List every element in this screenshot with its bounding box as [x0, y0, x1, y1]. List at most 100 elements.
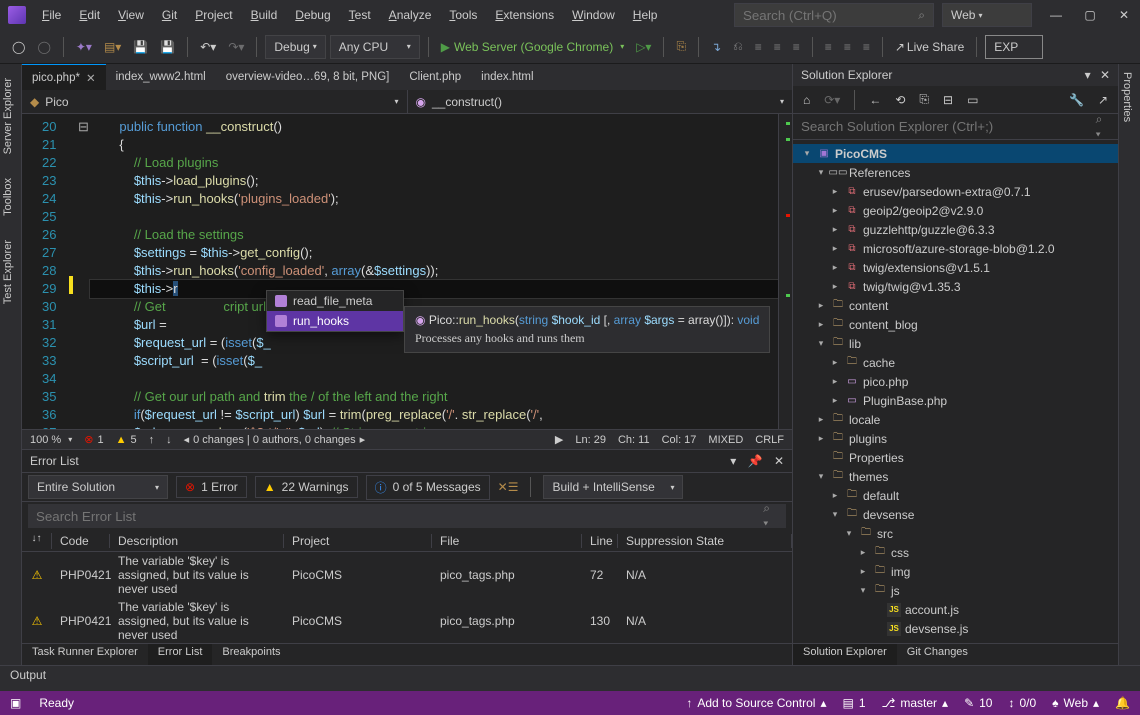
changes-info[interactable]: ◂ 0 changes | 0 authors, 0 changes ▸	[184, 433, 366, 446]
maximize-button[interactable]: ▢	[1082, 8, 1098, 22]
expander-icon[interactable]: ▸	[829, 186, 841, 197]
menu-extensions[interactable]: Extensions	[487, 4, 562, 26]
errors-filter[interactable]: ⊗1 Error	[176, 476, 247, 498]
expander-icon[interactable]: ▸	[829, 262, 841, 273]
left-tab-server-explorer[interactable]: Server Explorer	[0, 70, 21, 162]
bottom-tab[interactable]: Breakpoints	[212, 644, 290, 665]
warning-count[interactable]: ▲ 5	[116, 434, 137, 446]
bottom-tab[interactable]: Task Runner Explorer	[22, 644, 148, 665]
th-project[interactable]: Project	[284, 534, 432, 548]
tree-item[interactable]: ▸⧉microsoft/azure-storage-blob@1.2.0	[793, 239, 1118, 258]
menu-window[interactable]: Window	[564, 4, 623, 26]
profile-selector[interactable]: Web▾	[942, 3, 1032, 27]
sol-collapse[interactable]: ⊟	[939, 89, 957, 111]
left-tab-toolbox[interactable]: Toolbox	[0, 170, 21, 224]
undo-button[interactable]: ↶▾	[196, 36, 220, 58]
open-button[interactable]: ▤▾	[100, 36, 125, 58]
expander-icon[interactable]: ▾	[815, 471, 827, 482]
pending-changes[interactable]: ✎ 10	[964, 696, 992, 710]
th-file[interactable]: File	[432, 534, 582, 548]
expander-icon[interactable]: ▸	[857, 566, 869, 577]
menu-analyze[interactable]: Analyze	[381, 4, 440, 26]
expander-icon[interactable]: ▾	[843, 528, 855, 539]
tree-item[interactable]: ▸🗀content	[793, 296, 1118, 315]
messages-filter[interactable]: ⓘ0 of 5 Messages	[366, 475, 490, 500]
th-icon[interactable]: ↓↑	[22, 533, 52, 549]
menu-project[interactable]: Project	[187, 4, 240, 26]
th-code[interactable]: Code	[52, 534, 110, 548]
close-button[interactable]: ✕	[1116, 8, 1132, 22]
tree-item[interactable]: ▸🗀content_blog	[793, 315, 1118, 334]
error-row[interactable]: ⚠PHP0421The variable '$key' is assigned,…	[22, 598, 792, 643]
panel-dropdown-icon[interactable]: ▾	[730, 454, 736, 468]
tree-item[interactable]: ▾🗀lib	[793, 334, 1118, 353]
code-content[interactable]: public function __construct() { // Load …	[90, 114, 778, 429]
th-suppression[interactable]: Suppression State	[618, 534, 792, 548]
live-share-button[interactable]: ↗ Live Share	[891, 36, 968, 58]
commits-indicator[interactable]: ↕ 0/0	[1008, 696, 1036, 710]
expander-icon[interactable]: ▸	[829, 395, 841, 406]
expander-icon[interactable]: ▸	[829, 205, 841, 216]
nav-down[interactable]: ↓	[166, 434, 172, 446]
tree-item[interactable]: ▸🗀css	[793, 543, 1118, 562]
tree-item[interactable]: 🗀Properties	[793, 448, 1118, 467]
pin-icon[interactable]: 📌	[748, 454, 763, 468]
home-button[interactable]: ⌂	[799, 89, 814, 111]
expander-icon[interactable]: ▸	[815, 319, 827, 330]
error-list-search[interactable]: ⌕ ▾	[28, 504, 786, 528]
clear-filter-icon[interactable]: ✕☰	[498, 480, 519, 494]
play-small[interactable]: ▶	[555, 433, 563, 446]
sol-show-all[interactable]: ▭	[963, 89, 982, 111]
eol-indicator[interactable]: CRLF	[755, 434, 784, 446]
expander-icon[interactable]: ▾	[857, 585, 869, 596]
save-all-button[interactable]: 💾	[156, 36, 179, 58]
editor-tab[interactable]: pico.php*✕	[22, 64, 106, 90]
tree-item[interactable]: JSdevsense.js	[793, 619, 1118, 638]
expander-icon[interactable]: ▸	[857, 547, 869, 558]
expander-icon[interactable]: ▸	[829, 243, 841, 254]
scroll-map[interactable]	[778, 114, 792, 429]
tree-item[interactable]: ▸⧉erusev/parsedown-extra@0.7.1	[793, 182, 1118, 201]
expander-icon[interactable]: ▸	[815, 414, 827, 425]
expander-icon[interactable]: ▾	[815, 338, 827, 349]
sol-properties[interactable]: 🔧	[1065, 89, 1088, 111]
tree-item[interactable]: ▾▭▭References	[793, 163, 1118, 182]
new-project-button[interactable]: ✦▾	[72, 36, 96, 58]
tree-item[interactable]: ▾🗀devsense	[793, 505, 1118, 524]
menu-build[interactable]: Build	[243, 4, 286, 26]
char-indicator[interactable]: Ch: 11	[618, 434, 650, 446]
tree-item[interactable]: JSaccount.js	[793, 600, 1118, 619]
line-indicator[interactable]: Ln: 29	[575, 434, 606, 446]
global-search[interactable]: ⌕	[734, 3, 934, 27]
col-indicator[interactable]: Col: 17	[662, 434, 697, 446]
output-panel-header[interactable]: Output	[0, 665, 1140, 691]
solution-search[interactable]: ⌕ ▾	[793, 114, 1118, 140]
tree-item[interactable]: ▸🗀img	[793, 562, 1118, 581]
expander-icon[interactable]: ▾	[829, 509, 841, 520]
tb-misc-5[interactable]: ≡	[821, 36, 836, 58]
solution-tree[interactable]: ▾▣PicoCMS▾▭▭References▸⧉erusev/parsedown…	[793, 140, 1118, 643]
tree-item[interactable]: ▾🗀themes	[793, 467, 1118, 486]
bottom-tab[interactable]: Error List	[148, 644, 213, 665]
tree-item[interactable]: ▸⧉twig/extensions@v1.5.1	[793, 258, 1118, 277]
forward-button[interactable]: ◯	[33, 36, 54, 58]
tree-item[interactable]: ▾🗀js	[793, 581, 1118, 600]
tb-misc-6[interactable]: ≡	[840, 36, 855, 58]
expander-icon[interactable]: ▸	[829, 490, 841, 501]
menu-tools[interactable]: Tools	[441, 4, 485, 26]
repo-selector[interactable]: ▤ 1	[842, 696, 865, 710]
tb-misc-7[interactable]: ≡	[859, 36, 874, 58]
sol-fwd[interactable]: ⟲	[891, 89, 909, 111]
expander-icon[interactable]: ▸	[815, 433, 827, 444]
solution-bottom-tab[interactable]: Solution Explorer	[793, 644, 897, 665]
expander-icon[interactable]: ▸	[829, 376, 841, 387]
sol-back[interactable]: ←	[865, 89, 885, 111]
error-search-input[interactable]	[36, 509, 763, 524]
menu-git[interactable]: Git	[154, 4, 185, 26]
editor-tab[interactable]: index_www2.html	[106, 64, 216, 90]
tree-item[interactable]: ▸⧉twig/twig@v1.35.3	[793, 277, 1118, 296]
tree-item[interactable]: ▸⧉geoip2/geoip2@v2.9.0	[793, 201, 1118, 220]
tree-item[interactable]: ▸🗀plugins	[793, 429, 1118, 448]
profile-status[interactable]: ♠ Web ▴	[1052, 696, 1099, 710]
zoom-level[interactable]: 100 % ▾	[30, 434, 72, 446]
